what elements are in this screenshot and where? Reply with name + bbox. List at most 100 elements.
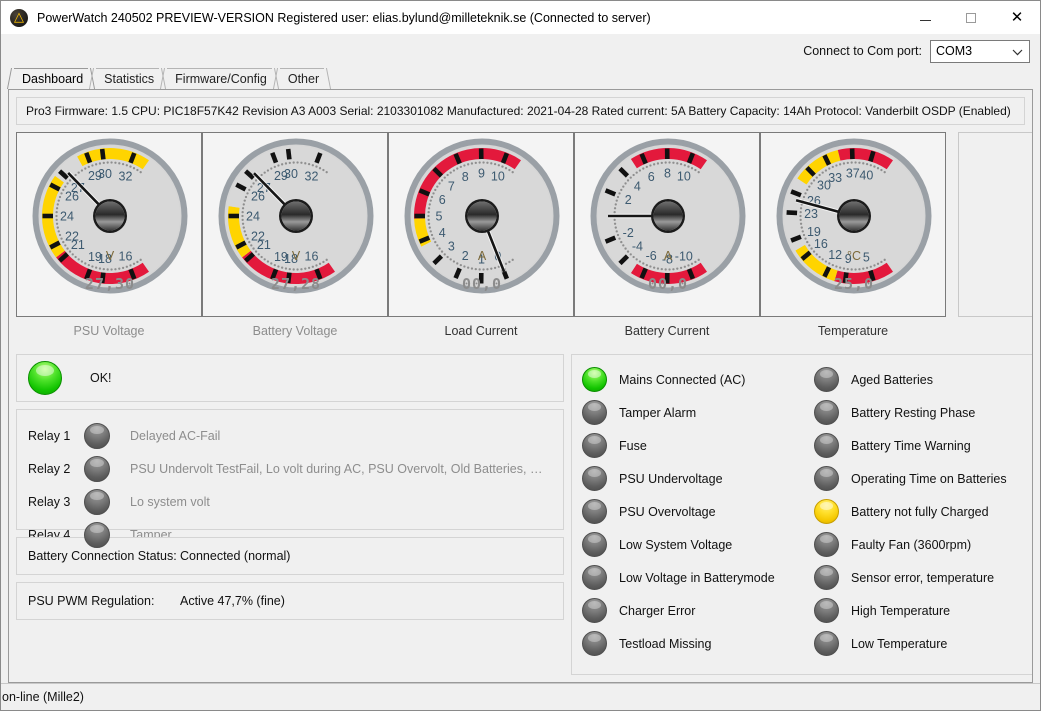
- relay-led: [84, 489, 110, 515]
- gauge-temperature: 59121619232630333740°C 25,0: [760, 132, 946, 317]
- indicator-label: PSU Overvoltage: [619, 505, 716, 519]
- indicator-led: [582, 565, 607, 590]
- indicator-label: Low System Voltage: [619, 538, 732, 552]
- com-port-label: Connect to Com port:: [803, 44, 922, 58]
- indicator-label: Testload Missing: [619, 637, 711, 651]
- indicator-led: [582, 499, 607, 524]
- tab-statistics[interactable]: Statistics: [92, 68, 163, 89]
- relay-description: Lo system volt: [130, 495, 210, 509]
- svg-text:19: 19: [807, 225, 821, 239]
- maximize-button[interactable]: [948, 1, 994, 34]
- close-button[interactable]: ✕: [994, 1, 1040, 34]
- relay-description: Delayed AC-Fail: [130, 429, 220, 443]
- tab-strip: Dashboard Statistics Firmware/Config Other: [1, 68, 1040, 89]
- svg-text:2: 2: [625, 193, 632, 207]
- com-port-row: Connect to Com port: COM3: [1, 34, 1040, 68]
- indicator-row: PSU Undervoltage: [582, 462, 814, 495]
- com-port-value: COM3: [936, 44, 972, 58]
- gauge-battery-current: -10-8-6-4-2246810A 00,0: [574, 132, 760, 317]
- overall-status-panel: OK!: [16, 354, 564, 402]
- svg-text:8: 8: [664, 167, 671, 181]
- title-bar: △ PowerWatch 240502 PREVIEW-VERSION Regi…: [1, 1, 1040, 34]
- svg-text:23: 23: [804, 207, 818, 221]
- indicator-row: Low Temperature: [814, 627, 1033, 660]
- tab-other[interactable]: Other: [276, 68, 328, 89]
- indicator-led: [582, 532, 607, 557]
- relay-led: [84, 423, 110, 449]
- svg-text:-2: -2: [623, 226, 634, 240]
- indicator-row: Battery not fully Charged: [814, 495, 1033, 528]
- tab-firmware-config[interactable]: Firmware/Config: [163, 68, 276, 89]
- svg-text:5: 5: [863, 251, 870, 265]
- indicator-led: [814, 433, 839, 458]
- indicator-led: [582, 631, 607, 656]
- indicator-led: [582, 598, 607, 623]
- svg-text:22: 22: [251, 230, 265, 244]
- svg-text:37: 37: [846, 167, 860, 181]
- svg-text:10: 10: [677, 170, 691, 184]
- indicator-label: Tamper Alarm: [619, 406, 696, 420]
- dashboard-panel: Pro3 Firmware: 1.5 CPU: PIC18F57K42 Revi…: [8, 89, 1033, 683]
- tab-dashboard[interactable]: Dashboard: [10, 68, 92, 89]
- tab-label: Statistics: [104, 72, 154, 86]
- indicator-led: [814, 598, 839, 623]
- battery-connection-value: Connected (normal): [180, 549, 290, 563]
- svg-text:32: 32: [305, 169, 319, 183]
- relay-row: Relay 3Lo system volt: [28, 485, 563, 518]
- indicator-row: Aged Batteries: [814, 363, 1033, 396]
- svg-text:-10: -10: [675, 249, 693, 263]
- gauge-load-current: 012345678910A 00,0: [388, 132, 574, 317]
- svg-text:-4: -4: [632, 240, 643, 254]
- svg-text:10: 10: [491, 170, 505, 184]
- window-title: PowerWatch 240502 PREVIEW-VERSION Regist…: [37, 11, 651, 25]
- tab-label: Other: [288, 72, 319, 86]
- indicator-label: Low Temperature: [851, 637, 947, 651]
- relay-row: Relay 2PSU Undervolt TestFail, Lo volt d…: [28, 452, 563, 485]
- svg-text:00,0: 00,0: [648, 275, 688, 293]
- com-port-select[interactable]: COM3: [930, 40, 1030, 63]
- svg-text:6: 6: [648, 170, 655, 184]
- gauge-label: Load Current: [388, 317, 574, 345]
- psu-pwm-panel: PSU PWM Regulation: Active 47,7% (fine): [16, 582, 564, 620]
- gauge-placeholder: [958, 132, 1033, 346]
- gauge-row: 1618192122242627293032V 27,30PSU Voltage…: [16, 132, 1025, 347]
- indicator-led: [814, 400, 839, 425]
- svg-text:6: 6: [439, 193, 446, 207]
- svg-text:A: A: [664, 249, 673, 263]
- chevron-down-icon: [1012, 41, 1023, 64]
- indicator-led: [814, 565, 839, 590]
- svg-text:3: 3: [448, 240, 455, 254]
- gauge-cell: 1618192122242627293032V 27,28Battery Vol…: [202, 132, 388, 347]
- relay-led: [84, 522, 110, 548]
- battery-connection-label: Battery Connection Status:: [28, 549, 180, 563]
- svg-text:30: 30: [284, 167, 298, 181]
- svg-text:16: 16: [305, 250, 319, 264]
- gauge-label: Battery Current: [574, 317, 760, 345]
- svg-text:4: 4: [439, 226, 446, 240]
- relay-row: Relay 1Delayed AC-Fail: [28, 419, 563, 452]
- tab-label: Dashboard: [22, 72, 83, 86]
- psu-pwm-value: Active 47,7% (fine): [180, 594, 285, 608]
- svg-text:2: 2: [462, 249, 469, 263]
- svg-text:9: 9: [478, 167, 485, 181]
- svg-text:19: 19: [274, 250, 288, 264]
- indicator-label: Fuse: [619, 439, 647, 453]
- app-window: △ PowerWatch 240502 PREVIEW-VERSION Regi…: [0, 0, 1041, 711]
- gauge-cell: 59121619232630333740°C 25,0Temperature: [760, 132, 946, 347]
- indicator-led: [814, 367, 839, 392]
- lower-area: OK! Relay 1Delayed AC-FailRelay 2PSU Und…: [16, 354, 1025, 675]
- svg-text:25,0: 25,0: [834, 275, 874, 293]
- minimize-button[interactable]: [902, 1, 948, 34]
- gauge-cell: -10-8-6-4-2246810A 00,0Battery Current: [574, 132, 760, 347]
- indicator-label: Faulty Fan (3600rpm): [851, 538, 971, 552]
- indicator-label: Aged Batteries: [851, 373, 933, 387]
- indicator-label: Sensor error, temperature: [851, 571, 994, 585]
- svg-text:30: 30: [98, 167, 112, 181]
- svg-text:8: 8: [462, 170, 469, 184]
- indicator-led: [582, 400, 607, 425]
- svg-text:27,30: 27,30: [85, 275, 135, 293]
- status-bar: on-line (Mille2): [1, 683, 1040, 710]
- gauge-label: PSU Voltage: [16, 317, 202, 345]
- indicator-label: High Temperature: [851, 604, 950, 618]
- indicator-label: PSU Undervoltage: [619, 472, 723, 486]
